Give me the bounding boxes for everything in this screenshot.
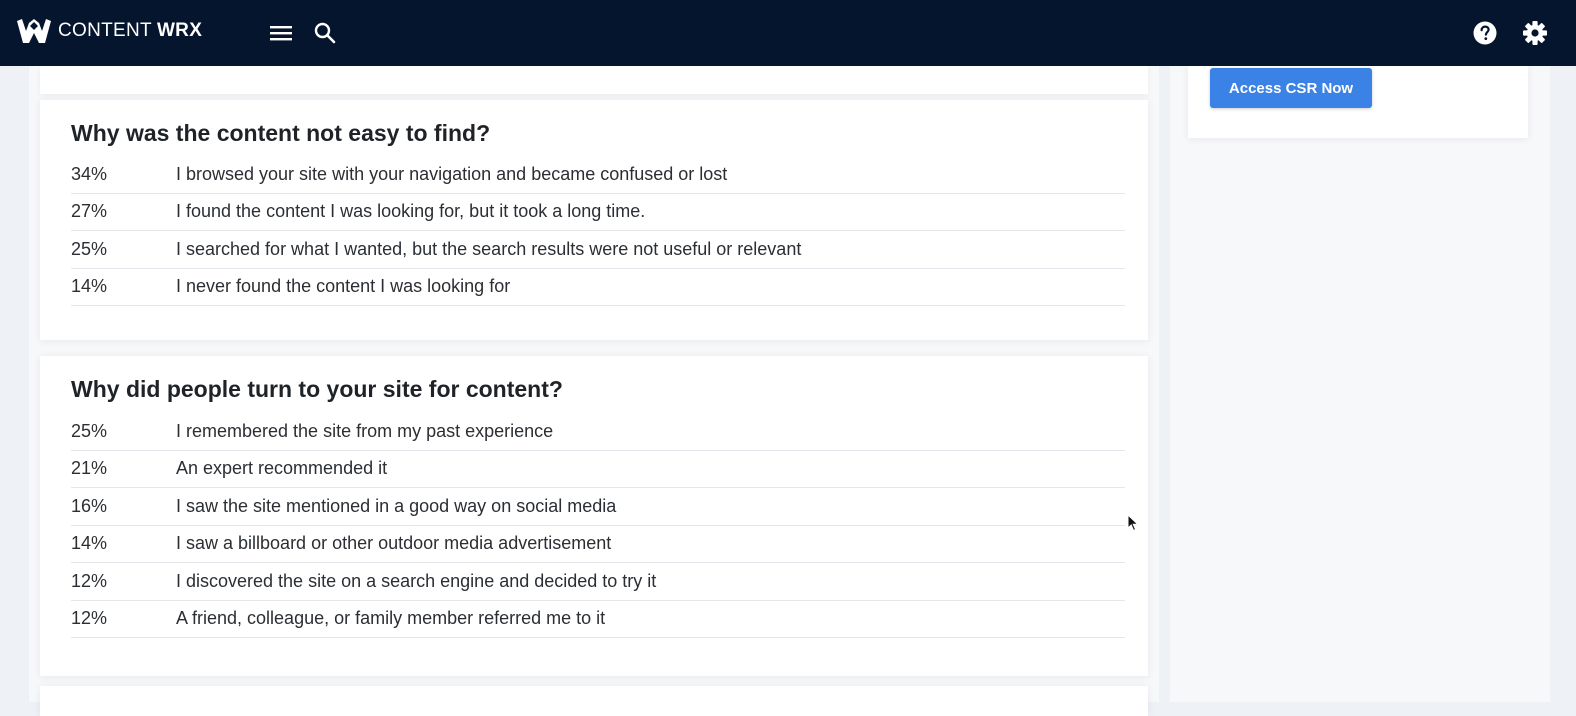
result-percent: 21% — [71, 458, 108, 479]
main-content: Access CSR Now Why was the content not e… — [0, 66, 1576, 716]
right-column — [1170, 66, 1550, 702]
result-percent: 14% — [71, 533, 108, 554]
next-section-card — [40, 686, 1148, 716]
search-icon[interactable] — [311, 19, 339, 47]
result-percent: 16% — [71, 495, 108, 516]
section-card-findability: Why was the content not easy to find? 34… — [40, 100, 1148, 340]
result-percent: 25% — [71, 238, 108, 259]
result-row: 25% I searched for what I wanted, but th… — [71, 231, 1125, 269]
results-list: 34% I browsed your site with your naviga… — [71, 156, 1125, 306]
mouse-cursor-icon — [1127, 514, 1139, 532]
previous-card-bottom — [40, 66, 1148, 94]
result-text: I searched for what I wanted, but the se… — [176, 238, 802, 259]
result-row: 14% I never found the content I was look… — [71, 269, 1125, 306]
result-text: I discovered the site on a search engine… — [176, 570, 657, 591]
wrx-logo-icon — [17, 19, 51, 43]
result-row: 12% I discovered the site on a search en… — [71, 563, 1125, 601]
brand-name-light: CONTENT — [58, 20, 152, 41]
results-list: 25% I remembered the site from my past e… — [71, 413, 1125, 638]
hamburger-menu-icon[interactable] — [267, 19, 295, 47]
result-text: An expert recommended it — [176, 458, 388, 479]
result-percent: 12% — [71, 570, 108, 591]
result-percent: 34% — [71, 163, 108, 184]
result-text: I found the content I was looking for, b… — [176, 201, 646, 222]
result-row: 12% A friend, colleague, or family membe… — [71, 601, 1125, 638]
section-title: Why was the content not easy to find? — [71, 120, 491, 146]
result-percent: 14% — [71, 276, 108, 297]
section-title: Why did people turn to your site for con… — [71, 376, 563, 402]
result-row: 27% I found the content I was looking fo… — [71, 194, 1125, 231]
result-text: I saw a billboard or other outdoor media… — [176, 533, 612, 554]
result-row: 25% I remembered the site from my past e… — [71, 413, 1125, 451]
result-row: 16% I saw the site mentioned in a good w… — [71, 488, 1125, 526]
brand-logo[interactable]: CONTENT WRX — [16, 16, 202, 46]
result-row: 21% An expert recommended it — [71, 451, 1125, 488]
result-percent: 25% — [71, 420, 108, 441]
gear-icon[interactable] — [1521, 19, 1549, 47]
access-csr-now-button[interactable]: Access CSR Now — [1210, 68, 1372, 108]
result-row: 34% I browsed your site with your naviga… — [71, 156, 1125, 194]
brand-name-bold: WRX — [156, 20, 203, 41]
result-row: 14% I saw a billboard or other outdoor m… — [71, 526, 1125, 563]
result-text: I never found the content I was looking … — [176, 276, 511, 297]
result-text: I saw the site mentioned in a good way o… — [176, 495, 617, 516]
result-text: I remembered the site from my past exper… — [176, 420, 554, 441]
result-text: A friend, colleague, or family member re… — [176, 608, 606, 629]
result-percent: 27% — [71, 201, 108, 222]
top-navigation-bar: CONTENT WRX — [0, 0, 1576, 66]
help-circle-icon[interactable] — [1471, 19, 1499, 47]
section-card-referral: Why did people turn to your site for con… — [40, 356, 1148, 676]
brand-name: CONTENT WRX — [58, 20, 202, 42]
result-text: I browsed your site with your navigation… — [176, 163, 728, 184]
result-percent: 12% — [71, 608, 108, 629]
